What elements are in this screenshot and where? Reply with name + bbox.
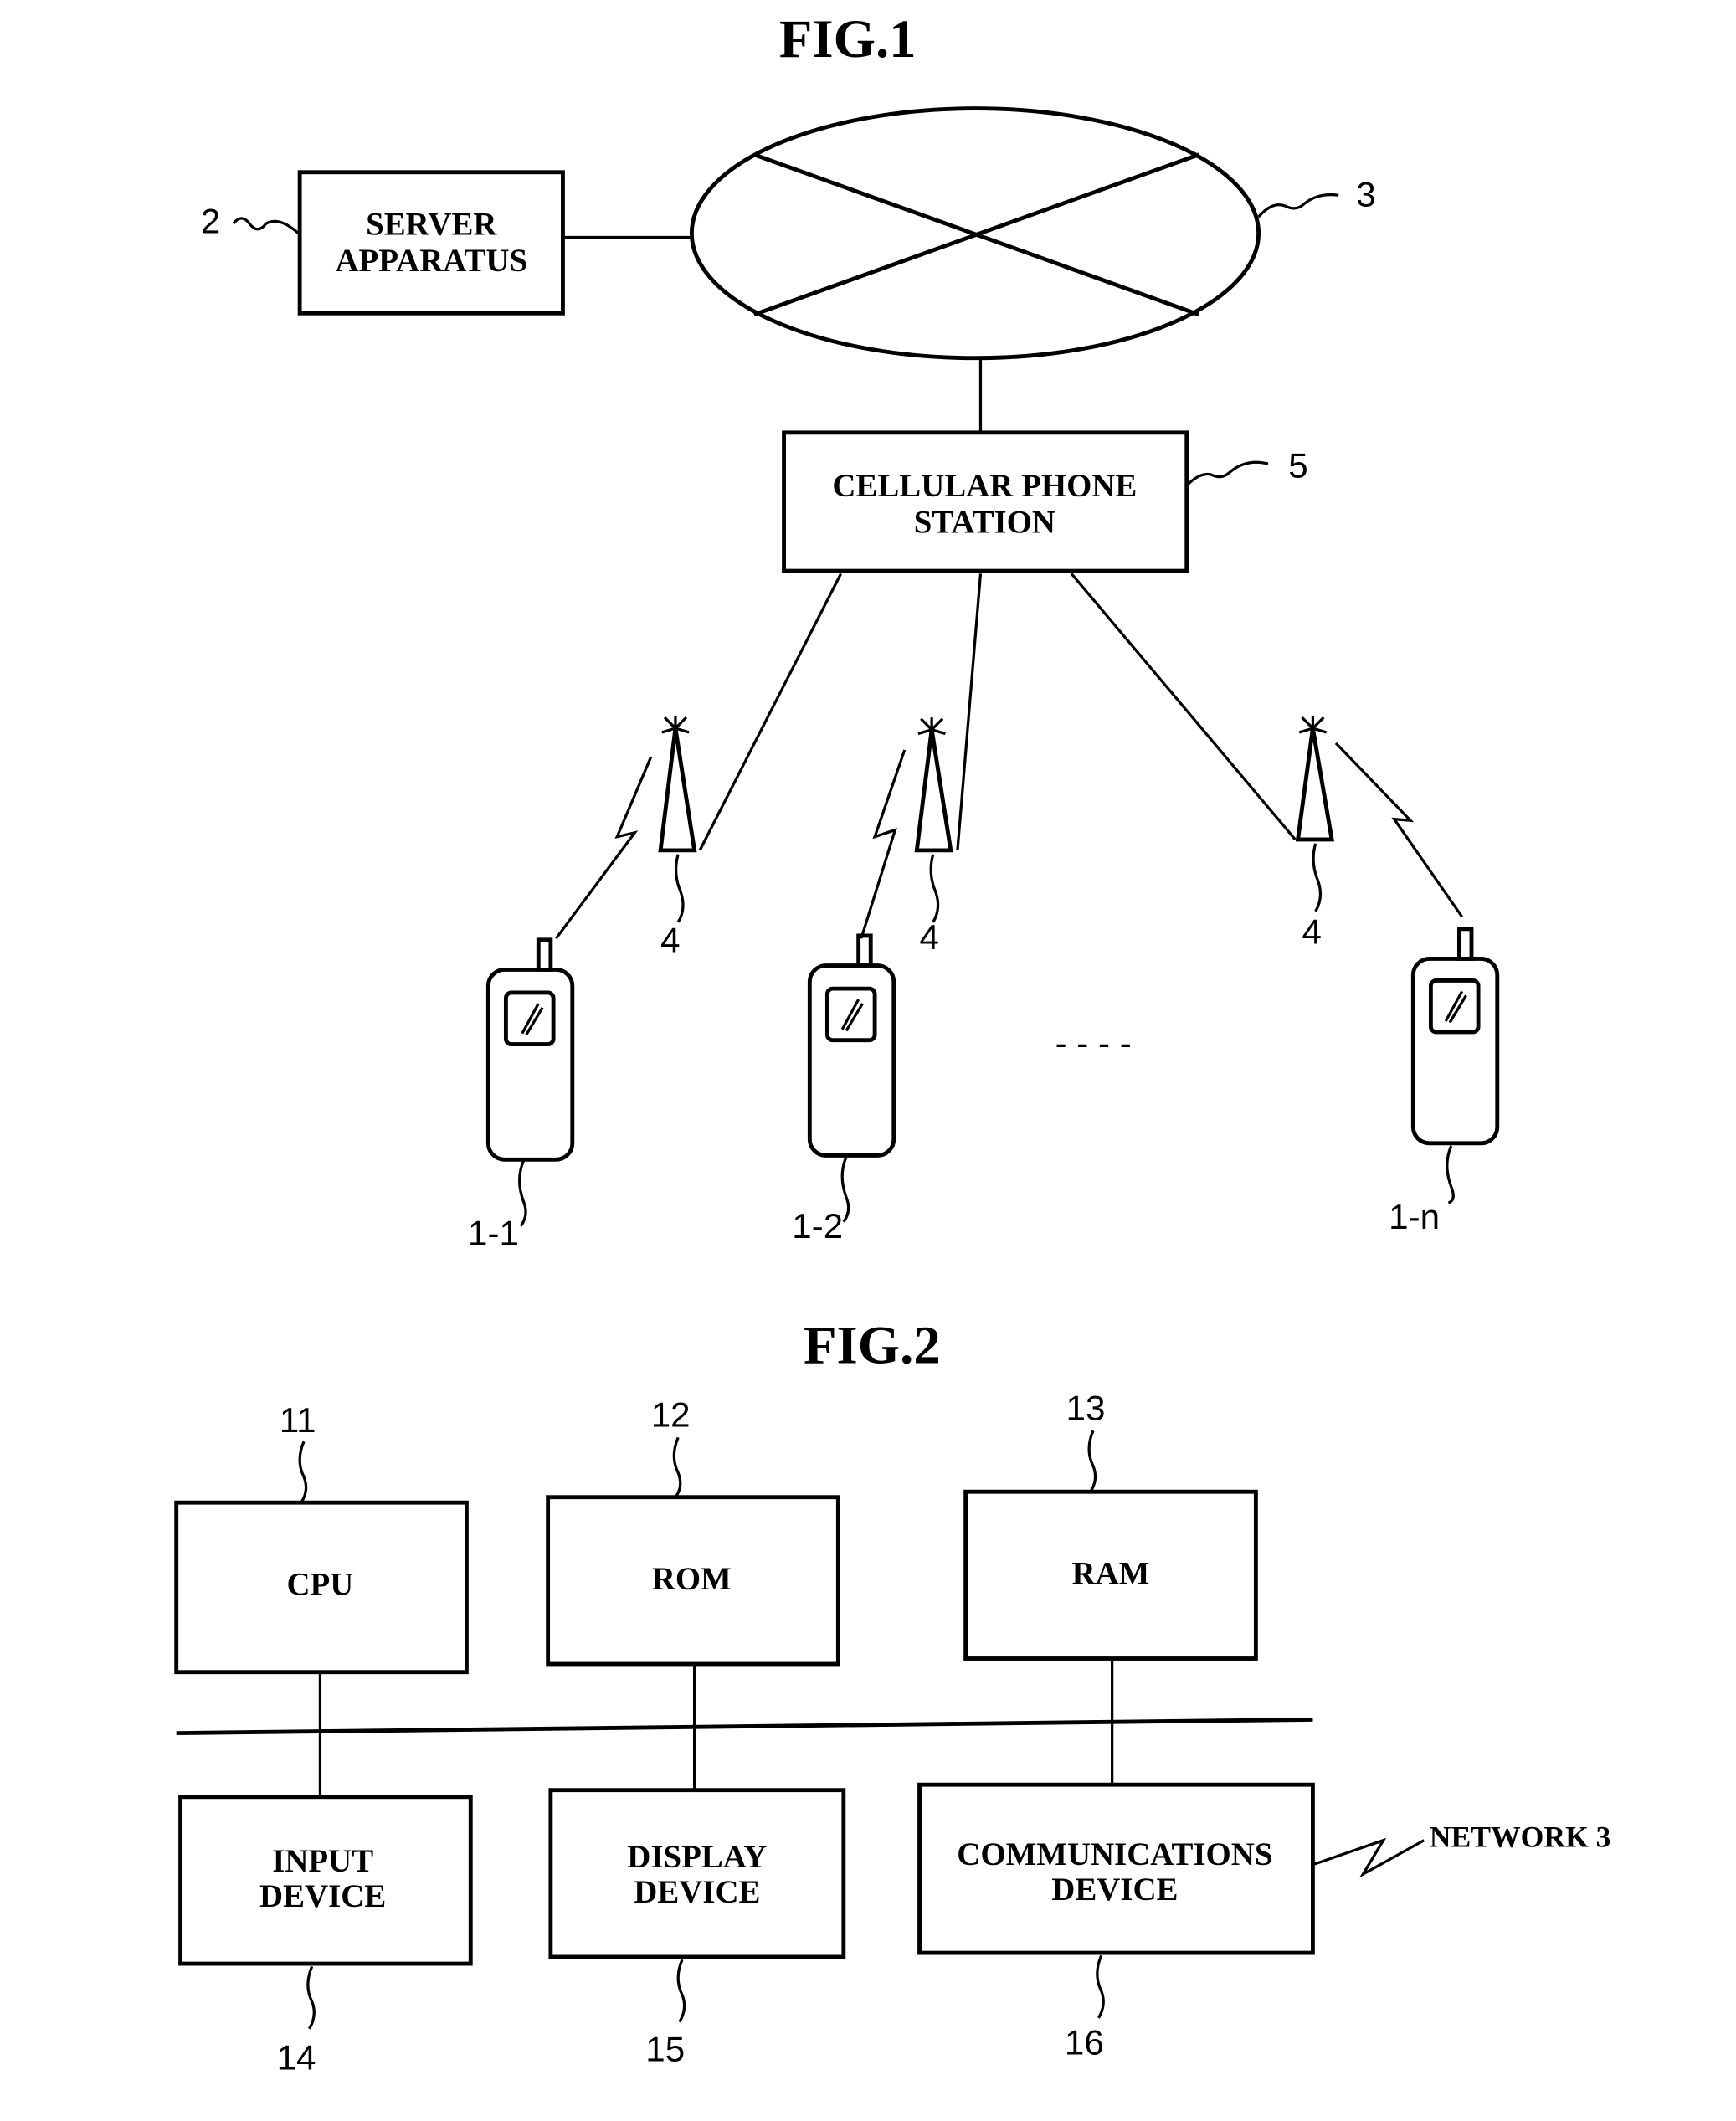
rom-ref: 12 <box>651 1394 691 1434</box>
radio-link-1 <box>555 756 653 940</box>
patent-drawing: FIG.1 SERVER APPARATUS 2 3 CELLULAR PHON… <box>174 9 1611 2077</box>
cpu-ref-leader <box>298 1441 308 1504</box>
server-label-line2: APPARATUS <box>335 243 527 279</box>
base-station-icon <box>658 716 697 853</box>
phonen-ref: 1-n <box>1389 1197 1440 1236</box>
network-cloud <box>689 106 1261 361</box>
radio-link-n <box>1334 742 1463 918</box>
comm-device-line2: DEVICE <box>1051 1872 1178 1908</box>
server-ref: 2 <box>201 202 220 241</box>
network-link-zigzag <box>1312 1837 1425 1878</box>
server-label-line1: SERVER <box>366 206 497 242</box>
cellular-phone-icon <box>1410 927 1500 1146</box>
cpu-ref: 11 <box>280 1400 316 1440</box>
phone2-ref-leader <box>840 1156 850 1223</box>
fig2-title: FIG.2 <box>804 1315 941 1375</box>
rom-label: ROM <box>652 1561 732 1597</box>
ellipsis: - - - - <box>1055 1024 1132 1063</box>
input-ref-leader <box>306 1965 316 2030</box>
communications-device-block: COMMUNICATIONS DEVICE <box>917 1782 1315 1955</box>
base-station-icon <box>1295 716 1334 842</box>
station-label-line1: CELLULAR PHONE <box>832 468 1137 504</box>
cellular-phone-icon <box>807 933 896 1158</box>
phone1-ref: 1-1 <box>468 1213 519 1252</box>
comm-ref: 16 <box>1065 2023 1104 2062</box>
display-ref-leader <box>676 1959 686 2023</box>
server-apparatus-block: SERVER APPARATUS <box>297 170 565 316</box>
bs2-ref: 4 <box>920 917 939 957</box>
cellular-phone-station-block: CELLULAR PHONE STATION <box>782 430 1189 573</box>
station-bs1-link <box>698 573 843 851</box>
system-bus <box>176 1717 1313 1736</box>
cpu-label: CPU <box>286 1566 353 1602</box>
comm-device-line1: COMMUNICATIONS <box>957 1836 1272 1872</box>
bs1-ref: 4 <box>660 920 680 959</box>
station-label-line2: STATION <box>914 505 1055 541</box>
rom-ref-leader <box>672 1436 682 1498</box>
network-label: NETWORK 3 <box>1430 1821 1611 1854</box>
station-ref: 5 <box>1288 445 1307 485</box>
phone1-ref-leader <box>517 1160 527 1227</box>
ram-label: RAM <box>1072 1555 1150 1591</box>
display-device-block: DISPLAY DEVICE <box>548 1788 846 1959</box>
display-ref: 15 <box>645 2030 685 2069</box>
station-ref-leader <box>1185 460 1269 487</box>
phone2-ref: 1-2 <box>792 1206 843 1245</box>
bs3-ref: 4 <box>1302 912 1321 952</box>
server-ref-leader <box>232 217 301 236</box>
bs2-ref-leader <box>929 854 940 923</box>
network-ref: 3 <box>1356 174 1375 213</box>
fig1-title: FIG.1 <box>779 9 917 69</box>
comm-ref-leader <box>1096 1954 1105 2019</box>
network-ref-leader <box>1257 193 1339 218</box>
rom-block: ROM <box>546 1495 840 1666</box>
bs1-ref-leader <box>674 854 685 923</box>
radio-link-2 <box>860 749 907 939</box>
station-bs2-link <box>956 573 983 851</box>
ram-block: RAM <box>963 1489 1258 1661</box>
station-bs3-link <box>1070 573 1297 840</box>
input-device-line1: INPUT <box>272 1843 373 1879</box>
ram-ref: 13 <box>1066 1388 1106 1427</box>
input-device-line2: DEVICE <box>259 1878 386 1914</box>
display-device-line2: DEVICE <box>634 1874 760 1910</box>
phonen-ref-leader <box>1446 1145 1455 1204</box>
bs3-ref-leader <box>1312 843 1323 912</box>
base-station-icon <box>914 717 953 853</box>
ram-ref-leader <box>1087 1430 1097 1493</box>
cpu-block: CPU <box>174 1500 469 1675</box>
cellular-phone-icon <box>485 937 575 1162</box>
display-device-line1: DISPLAY <box>627 1839 767 1875</box>
input-device-block: INPUT DEVICE <box>178 1795 473 1966</box>
input-ref: 14 <box>277 2037 316 2077</box>
